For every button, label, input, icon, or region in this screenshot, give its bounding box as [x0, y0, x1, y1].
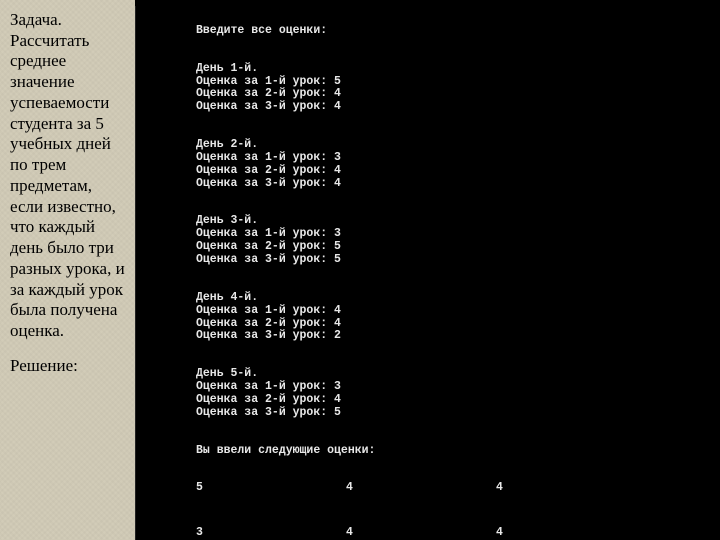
- day-header: День 3-й.: [196, 214, 258, 227]
- solution-label: Решение:: [10, 356, 129, 377]
- day-header: День 2-й.: [196, 138, 258, 151]
- table-cell: 4: [496, 527, 646, 540]
- grade-line: Оценка за 1-й урок: 3: [196, 380, 341, 393]
- prompt-all-grades: Введите все оценки:: [196, 24, 327, 37]
- console-window: Введите все оценки: День 1-й. Оценка за …: [135, 0, 720, 540]
- table-cell: 4: [346, 482, 496, 495]
- grade-line: Оценка за 2-й урок: 4: [196, 317, 341, 330]
- grade-line: Оценка за 2-й урок: 4: [196, 393, 341, 406]
- grade-line: Оценка за 2-й урок: 4: [196, 164, 341, 177]
- grade-line: Оценка за 1-й урок: 4: [196, 304, 341, 317]
- entered-header: Вы ввели следующие оценки:: [196, 444, 375, 457]
- task-sidebar: Задача. Рассчитать среднее значение успе…: [0, 0, 135, 540]
- day-header: День 4-й.: [196, 291, 258, 304]
- table-row: 344: [196, 527, 720, 540]
- console-output: Введите все оценки: День 1-й. Оценка за …: [135, 6, 720, 540]
- grade-line: Оценка за 1-й урок: 3: [196, 151, 341, 164]
- table-row: 544: [196, 482, 720, 495]
- grade-line: Оценка за 3-й урок: 4: [196, 100, 341, 113]
- table-cell: 5: [196, 482, 346, 495]
- grade-line: Оценка за 2-й урок: 5: [196, 240, 341, 253]
- grade-line: Оценка за 1-й урок: 5: [196, 75, 341, 88]
- grade-line: Оценка за 3-й урок: 2: [196, 329, 341, 342]
- grade-line: Оценка за 3-й урок: 4: [196, 177, 341, 190]
- grade-line: Оценка за 2-й урок: 4: [196, 87, 341, 100]
- table-cell: 4: [496, 482, 646, 495]
- day-header: День 5-й.: [196, 367, 258, 380]
- table-cell: 3: [196, 527, 346, 540]
- table-cell: 4: [346, 527, 496, 540]
- task-text: Задача. Рассчитать среднее значение успе…: [10, 10, 129, 342]
- grade-line: Оценка за 3-й урок: 5: [196, 406, 341, 419]
- day-header: День 1-й.: [196, 62, 258, 75]
- grade-line: Оценка за 3-й урок: 5: [196, 253, 341, 266]
- grade-line: Оценка за 1-й урок: 3: [196, 227, 341, 240]
